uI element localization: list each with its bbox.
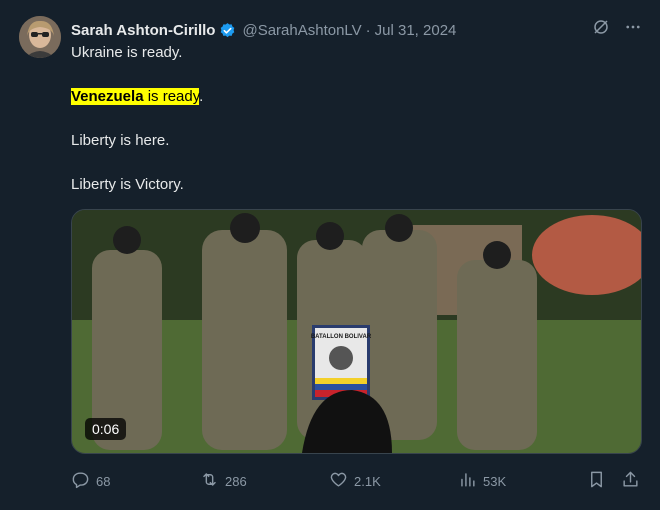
like-button[interactable]: 2.1K bbox=[329, 470, 381, 492]
views-button[interactable]: 53K bbox=[458, 470, 506, 492]
author-name[interactable]: Sarah Ashton-Cirillo bbox=[71, 22, 215, 39]
more-options-icon[interactable] bbox=[624, 18, 642, 36]
post-date[interactable]: Jul 31, 2024 bbox=[375, 22, 457, 39]
top-actions bbox=[592, 18, 642, 36]
separator-dot: · bbox=[365, 21, 371, 39]
bookmark-button[interactable] bbox=[587, 470, 606, 492]
share-button[interactable] bbox=[621, 470, 640, 492]
verified-badge-icon bbox=[219, 22, 236, 39]
repost-button[interactable]: 286 bbox=[200, 470, 247, 492]
author-handle[interactable]: @SarahAshtonLV bbox=[242, 22, 361, 39]
highlight-is-ready: is ready bbox=[143, 88, 200, 105]
reply-button[interactable]: 68 bbox=[71, 470, 110, 492]
sign-text: BATALLON BOLIVAR bbox=[311, 334, 372, 340]
text-line-2-period: . bbox=[199, 88, 204, 105]
tweet-actions: 68 286 2.1K 53K bbox=[71, 470, 641, 490]
video-player[interactable]: BATALLON BOLIVAR 0:06 bbox=[71, 209, 642, 454]
highlight-venezuela: Venezuela bbox=[71, 88, 144, 105]
heart-icon bbox=[329, 470, 348, 492]
reply-icon bbox=[71, 470, 90, 492]
video-duration: 0:06 bbox=[85, 418, 127, 440]
text-line-1: Ukraine is ready. bbox=[71, 44, 183, 61]
avatar[interactable] bbox=[19, 16, 61, 58]
reply-count: 68 bbox=[96, 473, 111, 489]
tweet: Sarah Ashton-Cirillo @SarahAshtonLV · Ju… bbox=[0, 0, 660, 510]
views-icon bbox=[458, 470, 477, 492]
share-icon bbox=[621, 470, 640, 492]
text-line-4: Liberty is Victory. bbox=[71, 176, 184, 193]
text-line-2: Venezuela is ready. bbox=[71, 86, 203, 108]
repost-icon bbox=[200, 470, 219, 492]
avatar-image bbox=[19, 16, 61, 58]
grok-icon[interactable] bbox=[592, 18, 610, 36]
views-count: 53K bbox=[483, 473, 507, 489]
like-count: 2.1K bbox=[354, 473, 381, 489]
repost-count: 286 bbox=[225, 473, 247, 489]
bookmark-icon bbox=[587, 470, 606, 492]
tweet-header: Sarah Ashton-Cirillo @SarahAshtonLV · Ju… bbox=[71, 19, 456, 41]
text-line-3: Liberty is here. bbox=[71, 132, 170, 149]
video-frame: BATALLON BOLIVAR bbox=[72, 210, 641, 453]
